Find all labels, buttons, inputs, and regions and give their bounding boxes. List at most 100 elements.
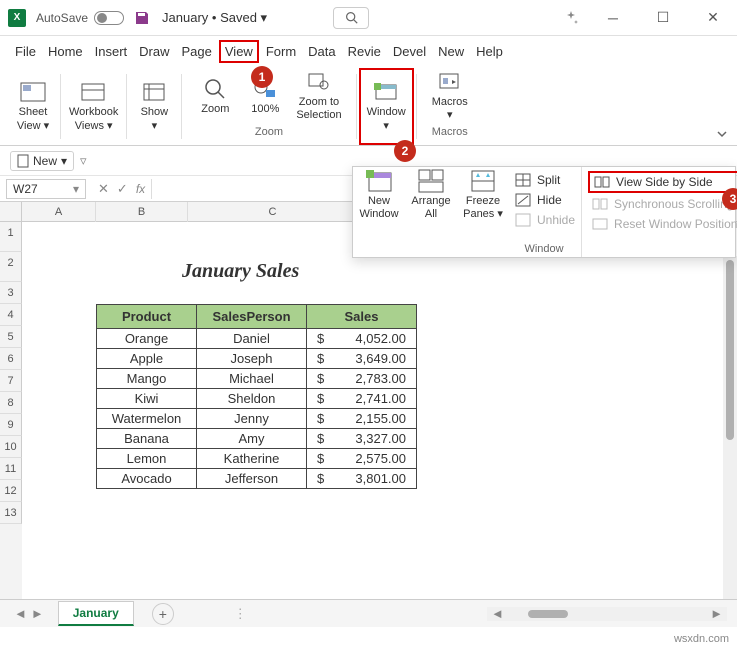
maximize-button[interactable]: ☐ [647, 4, 679, 32]
add-sheet-button[interactable]: + [152, 603, 174, 625]
scroll-right-icon[interactable]: ► [710, 606, 723, 621]
name-box[interactable]: W27 ▾ [6, 179, 86, 199]
sheet-view-button[interactable]: Sheet View ▾ [8, 68, 58, 145]
cell-product[interactable]: Banana [97, 429, 197, 449]
minimize-button[interactable]: ─ [597, 4, 629, 32]
sparkle-icon[interactable] [563, 10, 579, 26]
autosave-toggle[interactable] [94, 11, 124, 25]
cell-product[interactable]: Watermelon [97, 409, 197, 429]
menu-file[interactable]: File [10, 40, 41, 63]
table-row[interactable]: AvocadoJefferson$3,801.00 [97, 469, 417, 489]
col-header-c[interactable]: C [188, 202, 358, 222]
save-icon[interactable] [134, 10, 150, 26]
row-header[interactable]: 9 [0, 414, 22, 436]
row-header[interactable]: 6 [0, 348, 22, 370]
show-button[interactable]: Show ▾ [129, 68, 179, 145]
cell-grid[interactable]: January Sales Product SalesPerson Sales … [22, 222, 737, 602]
row-header[interactable]: 10 [0, 436, 22, 458]
fx-icon[interactable]: fx [136, 182, 145, 196]
row-header[interactable]: 7 [0, 370, 22, 392]
col-header-a[interactable]: A [22, 202, 96, 222]
cell-sales[interactable]: $2,155.00 [307, 409, 417, 429]
cancel-formula-icon[interactable]: ✕ [98, 181, 109, 197]
cell-person[interactable]: Jefferson [197, 469, 307, 489]
cell-product[interactable]: Kiwi [97, 389, 197, 409]
cell-sales[interactable]: $3,801.00 [307, 469, 417, 489]
row-header[interactable]: 11 [0, 458, 22, 480]
scroll-left-icon[interactable]: ◄ [491, 606, 504, 621]
th-person[interactable]: SalesPerson [197, 305, 307, 329]
cell-person[interactable]: Katherine [197, 449, 307, 469]
tab-drag-handle[interactable]: ⋮ [234, 606, 247, 622]
row-header[interactable]: 2 [0, 252, 22, 282]
zoom-selection-button[interactable]: Zoom to Selection [290, 68, 347, 124]
next-sheet-icon[interactable]: ► [31, 606, 44, 621]
menu-data[interactable]: Data [303, 40, 340, 63]
table-row[interactable]: AppleJoseph$3,649.00 [97, 349, 417, 369]
menu-view[interactable]: View [219, 40, 259, 63]
row-header[interactable]: 3 [0, 282, 22, 304]
quickbar-overflow[interactable]: ▿ [80, 153, 87, 169]
macros-button[interactable]: Macros ▾ [425, 68, 475, 124]
row-header[interactable]: 1 [0, 222, 22, 252]
cell-person[interactable]: Amy [197, 429, 307, 449]
cell-sales[interactable]: $2,783.00 [307, 369, 417, 389]
cell-sales[interactable]: $3,649.00 [307, 349, 417, 369]
table-row[interactable]: WatermelonJenny$2,155.00 [97, 409, 417, 429]
callout-badge-1: 1 [251, 66, 273, 88]
search-button[interactable] [333, 7, 369, 29]
select-all-corner[interactable] [0, 202, 22, 222]
view-side-by-side-button[interactable]: View Side by Side [588, 171, 737, 193]
menu-form[interactable]: Form [261, 40, 301, 63]
th-product[interactable]: Product [97, 305, 197, 329]
close-button[interactable]: ✕ [697, 4, 729, 32]
table-row[interactable]: LemonKatherine$2,575.00 [97, 449, 417, 469]
cell-person[interactable]: Jenny [197, 409, 307, 429]
cell-person[interactable]: Sheldon [197, 389, 307, 409]
cell-sales[interactable]: $2,741.00 [307, 389, 417, 409]
row-header[interactable]: 5 [0, 326, 22, 348]
cell-person[interactable]: Michael [197, 369, 307, 389]
table-row[interactable]: BananaAmy$3,327.00 [97, 429, 417, 449]
horizontal-scrollbar[interactable]: ◄ ► [487, 607, 727, 621]
menu-review[interactable]: Revie [343, 40, 386, 63]
split-button[interactable]: Split [511, 171, 579, 189]
cell-product[interactable]: Orange [97, 329, 197, 349]
hide-button[interactable]: Hide [511, 191, 579, 209]
document-title[interactable]: January • Saved ▾ [162, 10, 267, 26]
menu-new[interactable]: New [433, 40, 469, 63]
window-button[interactable]: Window ▾ [359, 68, 414, 145]
cell-product[interactable]: Lemon [97, 449, 197, 469]
col-header-b[interactable]: B [96, 202, 188, 222]
workbook-views-button[interactable]: Workbook Views ▾ [63, 68, 124, 145]
cell-person[interactable]: Joseph [197, 349, 307, 369]
menu-help[interactable]: Help [471, 40, 508, 63]
cell-product[interactable]: Avocado [97, 469, 197, 489]
accept-formula-icon[interactable]: ✓ [117, 181, 128, 197]
zoom-button[interactable]: Zoom [190, 68, 240, 124]
cell-person[interactable]: Daniel [197, 329, 307, 349]
table-row[interactable]: OrangeDaniel$4,052.00 [97, 329, 417, 349]
vertical-scrollbar[interactable] [723, 256, 737, 616]
row-header[interactable]: 13 [0, 502, 22, 524]
menu-insert[interactable]: Insert [90, 40, 133, 63]
table-row[interactable]: KiwiSheldon$2,741.00 [97, 389, 417, 409]
collapse-ribbon-icon[interactable] [715, 127, 729, 141]
cell-sales[interactable]: $4,052.00 [307, 329, 417, 349]
cell-sales[interactable]: $2,575.00 [307, 449, 417, 469]
new-quick-button[interactable]: New ▾ [10, 151, 74, 171]
menu-draw[interactable]: Draw [134, 40, 174, 63]
row-header[interactable]: 8 [0, 392, 22, 414]
prev-sheet-icon[interactable]: ◄ [14, 606, 27, 621]
row-header[interactable]: 12 [0, 480, 22, 502]
cell-sales[interactable]: $3,327.00 [307, 429, 417, 449]
menu-page[interactable]: Page [177, 40, 217, 63]
row-header[interactable]: 4 [0, 304, 22, 326]
sheet-tab-january[interactable]: January [58, 601, 134, 626]
table-row[interactable]: MangoMichael$2,783.00 [97, 369, 417, 389]
menu-devel[interactable]: Devel [388, 40, 431, 63]
menu-home[interactable]: Home [43, 40, 88, 63]
cell-product[interactable]: Mango [97, 369, 197, 389]
cell-product[interactable]: Apple [97, 349, 197, 369]
th-sales[interactable]: Sales [307, 305, 417, 329]
